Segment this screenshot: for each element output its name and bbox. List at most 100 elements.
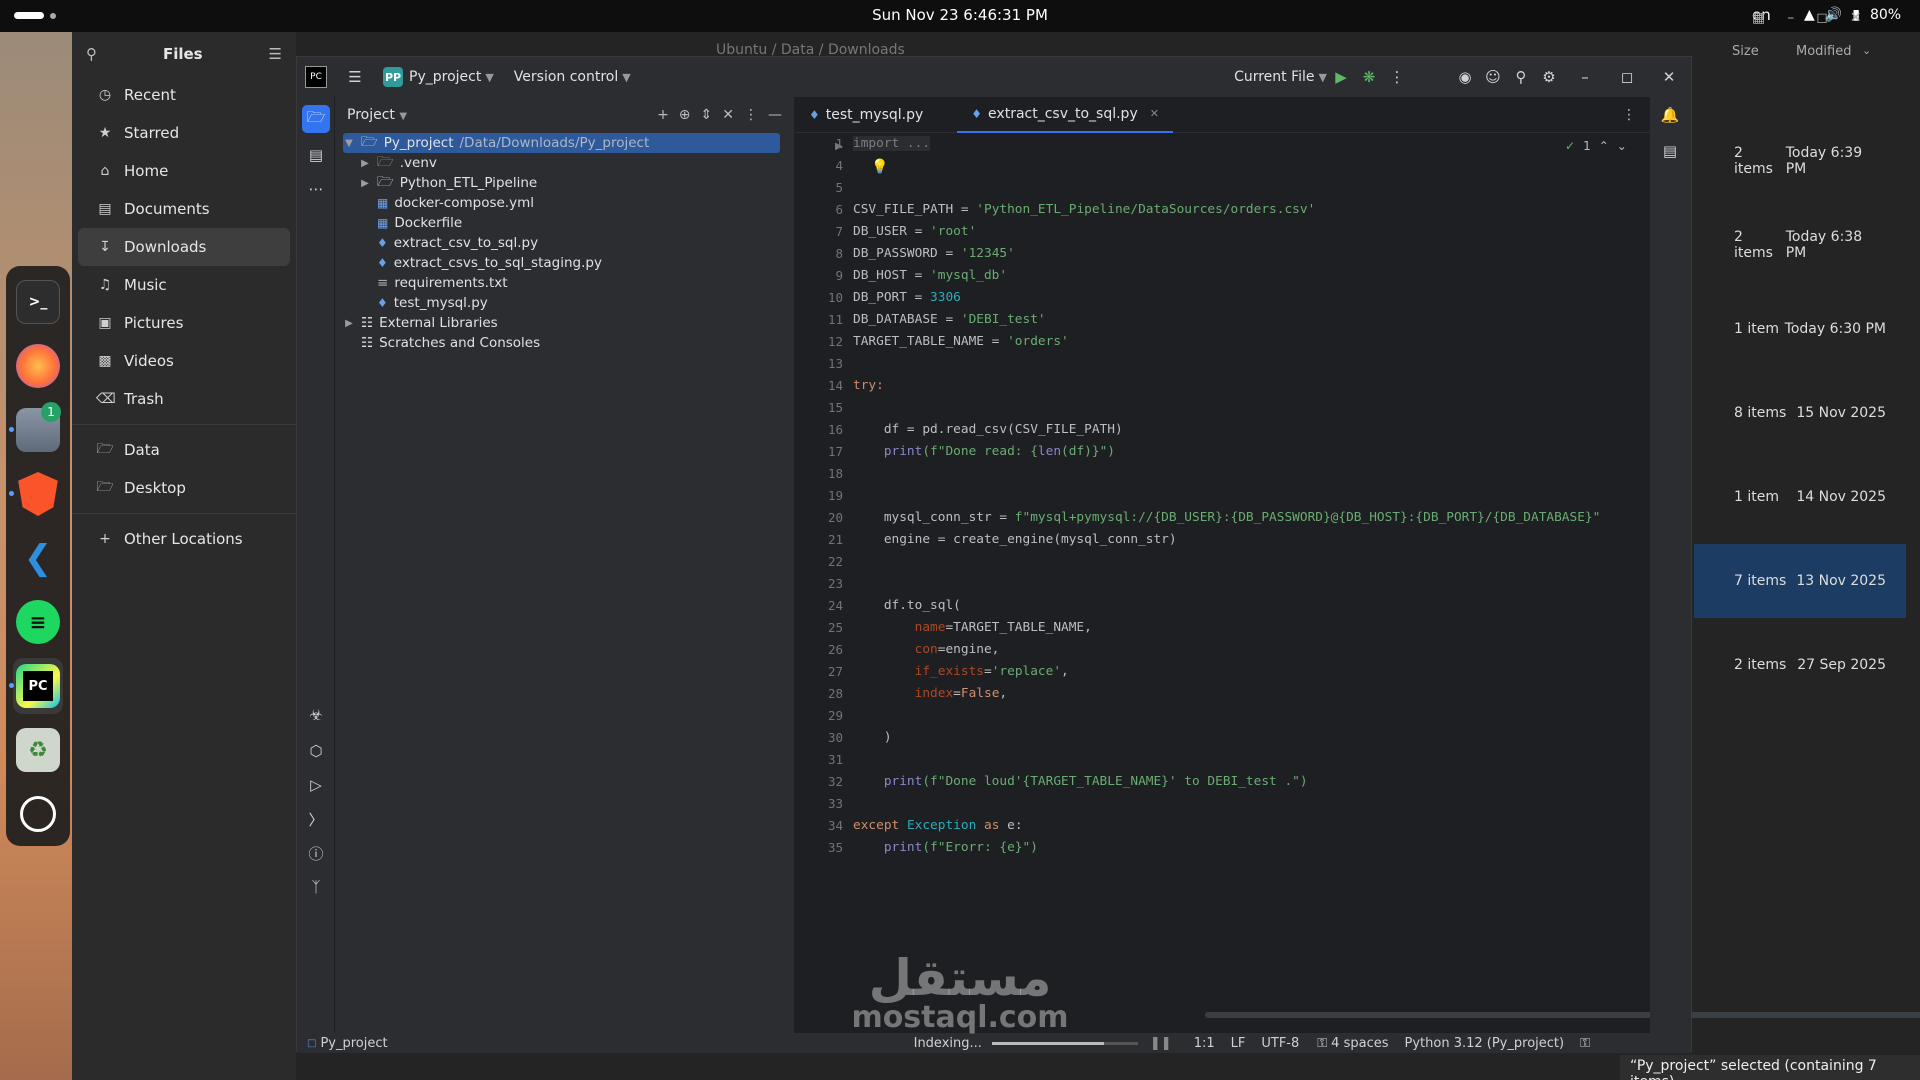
more-actions-icon[interactable]: ⋮ (1383, 63, 1411, 91)
terminal-icon[interactable]: 〉 (302, 805, 330, 833)
tab-test-mysql[interactable]: ♦ test_mysql.py (795, 97, 937, 133)
maximize-icon[interactable]: ◻ (1816, 10, 1828, 26)
close-icon[interactable]: ✕ (1655, 63, 1683, 91)
sidebar-item-starred[interactable]: ★ Starred (78, 114, 290, 152)
add-icon[interactable]: + (657, 107, 669, 123)
project-switcher[interactable]: Py_project (409, 69, 481, 85)
column-modified[interactable]: Modified (1796, 44, 1851, 59)
tree-item-extract-csvs-staging[interactable]: ♦ extract_csvs_to_sql_staging.py (343, 253, 794, 273)
folded-imports[interactable]: import ... (853, 136, 931, 151)
view-grid-icon[interactable]: ▦ (1752, 10, 1765, 26)
tab-extract-csv[interactable]: ♦ extract_csv_to_sql.py ✕ (957, 97, 1173, 133)
tree-item-test-mysql[interactable]: ♦ test_mysql.py (343, 293, 794, 313)
file-encoding[interactable]: UTF-8 (1261, 1036, 1299, 1051)
sidebar-item-pictures[interactable]: ▣ Pictures (78, 304, 290, 342)
tree-external-libraries[interactable]: ▶ ☷ External Libraries (343, 313, 794, 333)
sidebar-item-data[interactable]: 🗁 Data (78, 431, 290, 469)
notifications-icon[interactable]: 🔔 (1656, 101, 1684, 129)
more-tools-icon[interactable]: ⋯ (302, 175, 330, 203)
run-tool-icon[interactable]: ▷ (302, 771, 330, 799)
line-separator[interactable]: LF (1231, 1036, 1246, 1051)
sidebar-item-documents[interactable]: ▤ Documents (78, 190, 290, 228)
problems-icon[interactable]: ⓘ (302, 839, 330, 867)
maximize-icon[interactable]: ◻ (1613, 63, 1641, 91)
dock-brave[interactable] (9, 466, 63, 522)
sidebar-item-desktop[interactable]: 🗁 Desktop (78, 469, 290, 507)
sidebar-item-downloads[interactable]: ↧ Downloads (78, 228, 290, 266)
locate-icon[interactable]: ⊕ (679, 107, 691, 123)
ai-chat-icon[interactable]: ▤ (1656, 137, 1684, 165)
dock-trash[interactable]: ♻ (13, 722, 63, 778)
run-icon[interactable]: ▶ (1327, 63, 1355, 91)
tree-scratches[interactable]: ☷ Scratches and Consoles (343, 333, 794, 353)
tree-item-requirements[interactable]: ≡ requirements.txt (343, 273, 794, 293)
dock-spotify[interactable]: ≡ (13, 594, 63, 650)
dock-show-apps[interactable] (13, 786, 63, 842)
file-row[interactable]: 1 item 14 Nov 2025 (1694, 460, 1906, 534)
file-row-selected[interactable]: 7 items 13 Nov 2025 (1694, 544, 1906, 618)
services-icon[interactable]: ⬡ (302, 737, 330, 765)
sidebar-item-music[interactable]: ♫ Music (78, 266, 290, 304)
debug-icon[interactable]: ❋ (1355, 63, 1383, 91)
minimize-icon[interactable]: – (1571, 63, 1599, 91)
tab-options-icon[interactable]: ⋮ (1622, 107, 1636, 123)
indexing-label[interactable]: Indexing... (914, 1036, 982, 1051)
minimize-icon[interactable]: – (1787, 10, 1794, 26)
status-breadcrumb[interactable]: Py_project (320, 1036, 387, 1051)
main-menu-icon[interactable]: ☰ (341, 63, 369, 91)
tree-root-project[interactable]: ▼ 🗁 Py_project/Data/Downloads/Py_project (343, 133, 780, 153)
sidebar-item-home[interactable]: ⌂ Home (78, 152, 290, 190)
hide-icon[interactable]: — (768, 107, 782, 123)
add-user-icon[interactable]: ☺ (1479, 63, 1507, 91)
pause-icon[interactable]: ❚❚ (1150, 1036, 1172, 1051)
git-branch-icon[interactable]: ᛉ (302, 873, 330, 901)
top-bar: Sun Nov 23 6:46:31 PM en ▲ 🔊 ▮ 80% (0, 0, 1920, 32)
dock-files[interactable]: 1 (9, 402, 63, 458)
dock-pycharm[interactable]: PC (9, 658, 63, 714)
tree-item-pipeline[interactable]: ▶ 🗁 Python_ETL_Pipeline (343, 173, 794, 193)
menu-icon[interactable]: ☰ (269, 45, 282, 63)
file-row[interactable]: 2 items Today 6:38 PM (1694, 208, 1906, 282)
dock-terminal[interactable]: >_ (13, 274, 63, 330)
project-view-title[interactable]: Project (347, 107, 395, 123)
sidebar-item-trash[interactable]: ⌫ Trash (78, 380, 290, 418)
readonly-toggle-icon[interactable]: ⚿ (1580, 1036, 1590, 1051)
close-tab-icon[interactable]: ✕ (1150, 107, 1159, 120)
clock[interactable]: Sun Nov 23 6:46:31 PM (0, 6, 1920, 24)
expand-all-icon[interactable]: ⇕ (701, 107, 713, 123)
close-icon[interactable]: ✕ (1850, 10, 1862, 26)
sort-chevron-icon[interactable]: ⌄ (1862, 44, 1871, 57)
column-size[interactable]: Size (1732, 44, 1759, 59)
search-icon[interactable]: ⚲ (1507, 63, 1535, 91)
file-row[interactable]: 1 item Today 6:30 PM (1694, 292, 1906, 366)
python-packages-icon[interactable]: ☣ (302, 701, 330, 729)
horizontal-scrollbar[interactable] (1205, 1012, 1920, 1018)
search-icon[interactable]: ⚲ (86, 45, 97, 63)
structure-icon[interactable]: ▤ (302, 141, 330, 169)
options-icon[interactable]: ⋮ (744, 107, 758, 123)
tree-item-dockerfile[interactable]: ▦ Dockerfile (343, 213, 794, 233)
tree-item-venv[interactable]: ▶ 🗁 .venv (343, 153, 794, 173)
tree-item-extract-csv[interactable]: ♦ extract_csv_to_sql.py (343, 233, 794, 253)
sidebar-item-videos[interactable]: ▩ Videos (78, 342, 290, 380)
indent-setting[interactable]: 4 spaces (1331, 1036, 1388, 1051)
python-interpreter[interactable]: Python 3.12 (Py_project) (1405, 1036, 1565, 1051)
project-tool-icon[interactable]: 🗁 (302, 105, 330, 133)
file-row[interactable]: 8 items 15 Nov 2025 (1694, 376, 1906, 450)
collapse-all-icon[interactable]: ✕ (722, 107, 734, 123)
code-editor[interactable]: ♦ test_mysql.py ♦ extract_csv_to_sql.py ✕ ⋮… (795, 97, 1920, 1033)
ai-assistant-icon[interactable]: ◉ (1451, 63, 1479, 91)
line-number: 12 (827, 334, 843, 349)
dock-firefox[interactable] (13, 338, 63, 394)
file-row[interactable]: 2 items 27 Sep 2025 (1694, 628, 1906, 702)
settings-gear-icon[interactable]: ⚙ (1535, 63, 1563, 91)
caret-position[interactable]: 1:1 (1194, 1036, 1215, 1051)
sidebar-item-recent[interactable]: ◷ Recent (78, 76, 290, 114)
dock-vscode[interactable]: ❮ (13, 530, 63, 586)
sidebar-item-other-locations[interactable]: + Other Locations (78, 520, 290, 558)
code-area[interactable]: import ... CSV_FILE_PATH = 'Python_ETL_P… (853, 133, 1650, 1033)
run-config-selector[interactable]: Current File (1234, 69, 1314, 85)
file-row[interactable]: 2 items Today 6:39 PM (1694, 124, 1906, 198)
tree-item-compose[interactable]: ▦ docker-compose.yml (343, 193, 794, 213)
vcs-menu[interactable]: Version control (514, 69, 618, 85)
